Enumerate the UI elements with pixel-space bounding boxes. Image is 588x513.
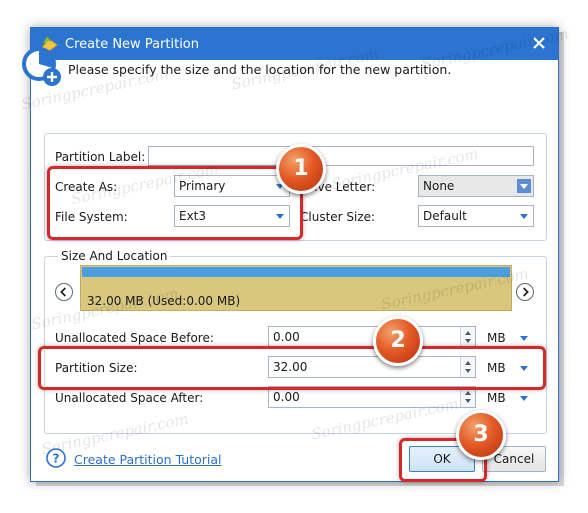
window-title: Create New Partition [65, 37, 199, 52]
unallocated-before-input[interactable]: 0.00 [268, 326, 476, 348]
highlight-partition-size [38, 346, 546, 390]
unallocated-after-unit: MB [487, 391, 506, 405]
chevron-left-icon[interactable] [55, 283, 73, 301]
drive-letter-value: None [423, 179, 455, 193]
drive-letter-select[interactable]: None [418, 175, 534, 197]
chevron-right-icon[interactable] [516, 283, 534, 301]
cluster-size-select[interactable]: Default [418, 205, 534, 227]
size-location-title: Size And Location [58, 249, 171, 263]
unallocated-after-label: Unallocated Space After: [55, 391, 204, 405]
dropdown-arrow-icon[interactable] [518, 392, 530, 404]
unallocated-after-value: 0.00 [273, 390, 300, 404]
dropdown-arrow-icon[interactable] [518, 332, 530, 344]
dropdown-arrow-icon [520, 214, 528, 219]
unallocated-before-value: 0.00 [273, 330, 300, 344]
unallocated-before-unit: MB [487, 331, 506, 345]
step-badge-1: 1 [276, 144, 326, 194]
partition-label-label: Partition Label: [55, 150, 146, 164]
unallocated-before-label: Unallocated Space Before: [55, 331, 214, 345]
spin-icon[interactable] [460, 327, 475, 347]
dropdown-arrow-icon [517, 179, 531, 193]
step-badge-3: 3 [456, 410, 506, 460]
partition-bar-used [82, 267, 510, 277]
spin-icon[interactable] [460, 387, 475, 407]
partition-add-icon [22, 47, 61, 86]
cluster-size-label: Cluster Size: [300, 210, 376, 224]
create-partition-tutorial-link[interactable]: Create Partition Tutorial [74, 452, 222, 467]
cluster-size-value: Default [423, 209, 467, 223]
step-badge-2: 2 [373, 316, 423, 366]
